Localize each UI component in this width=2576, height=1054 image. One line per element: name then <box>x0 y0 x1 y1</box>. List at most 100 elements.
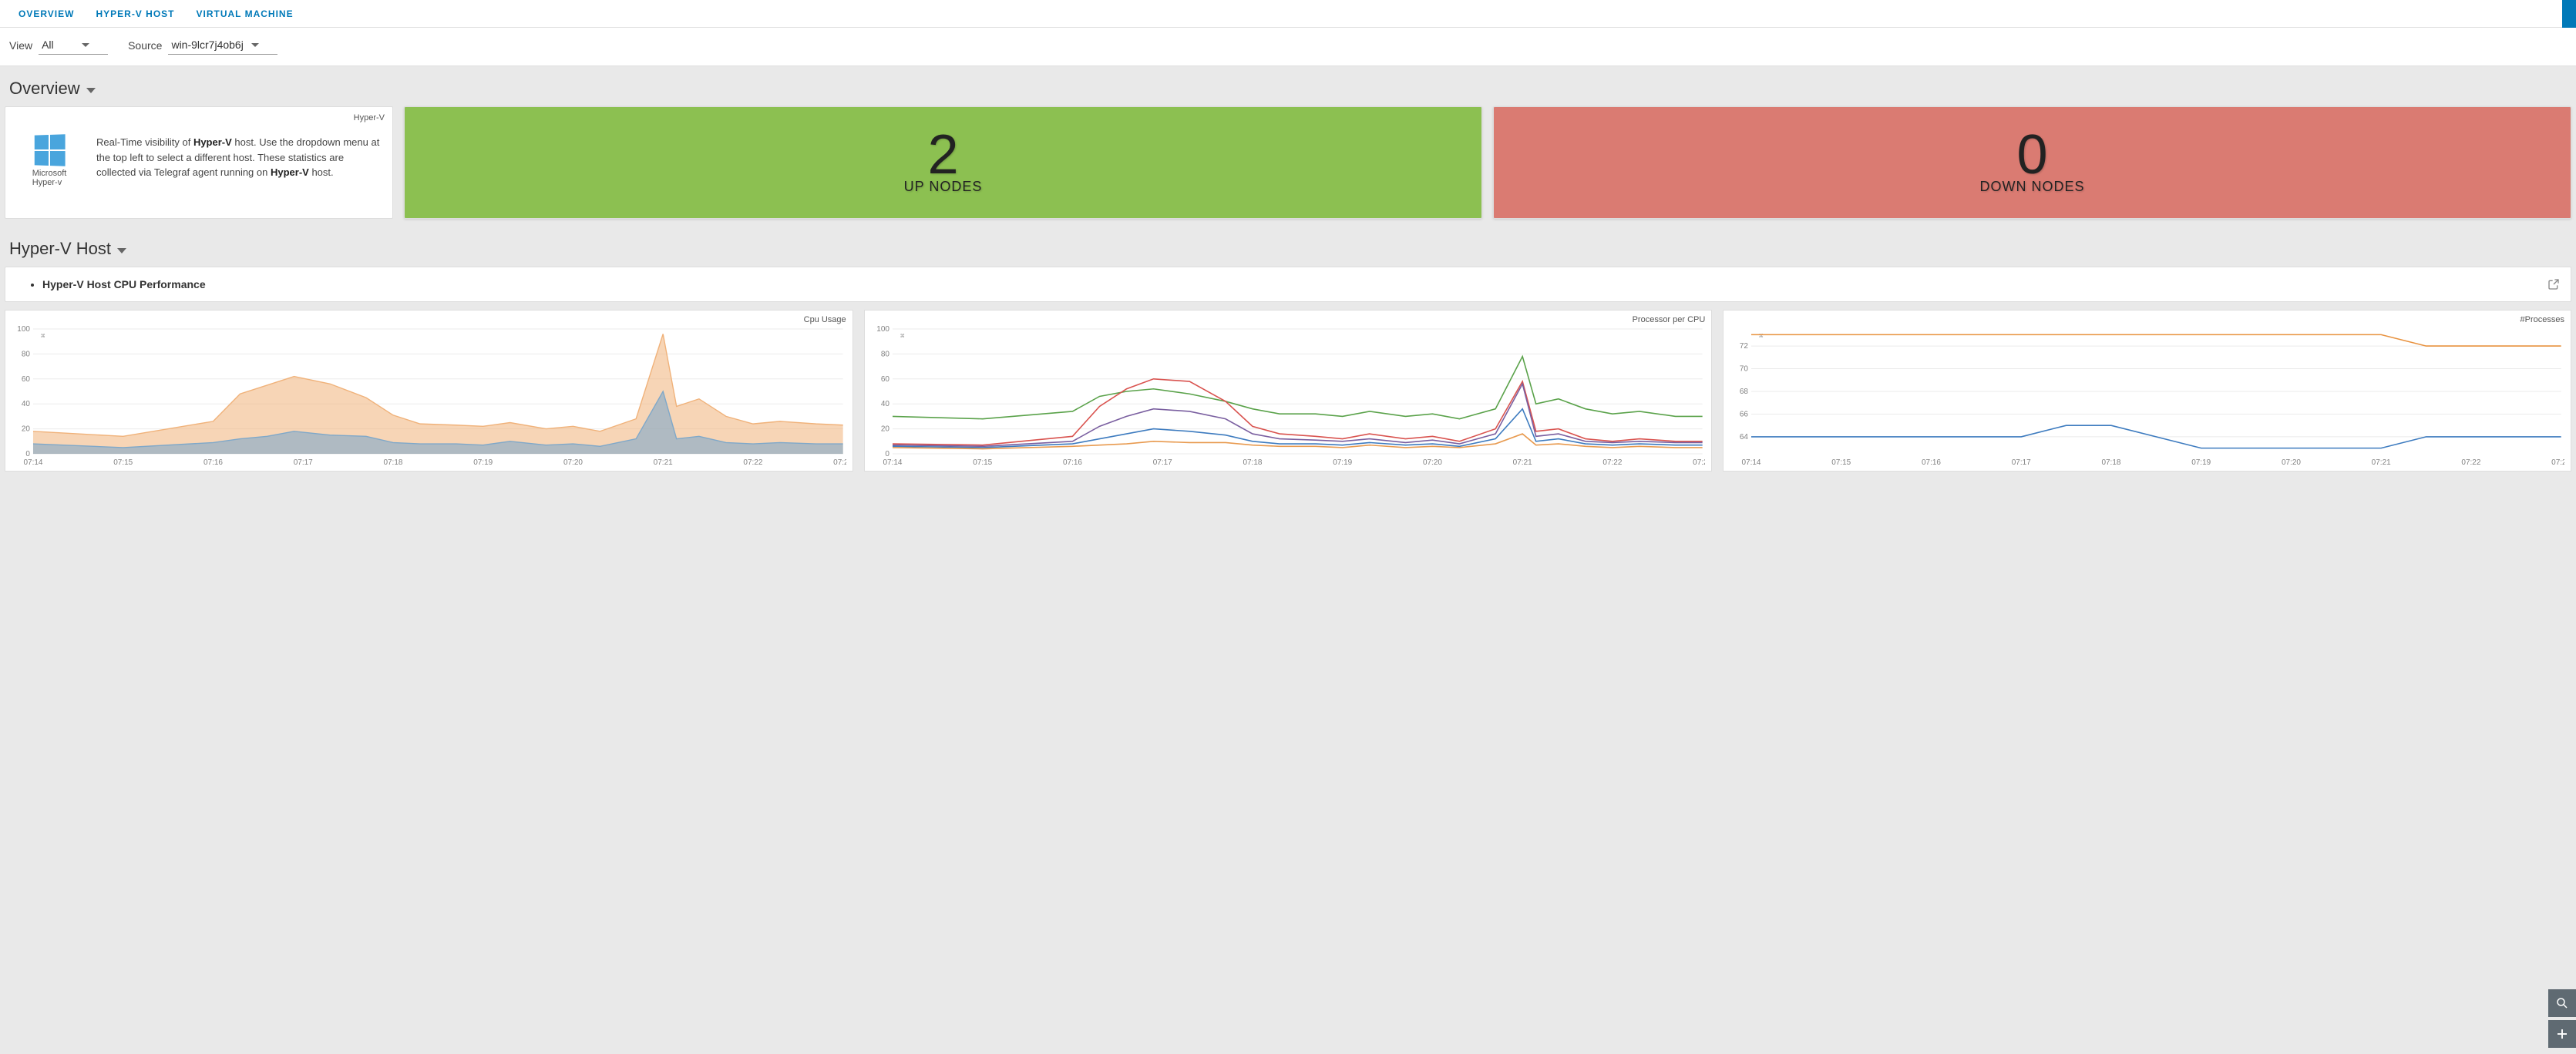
chart-title-processes: #Processes <box>1730 315 2564 326</box>
chart-processes[interactable]: #Processes 64 66 68 70 72 07:14 07:15 07:16 07:1… <box>1723 310 2571 472</box>
chevron-down-icon <box>117 248 126 253</box>
svg-text:07:16: 07:16 <box>1922 458 1941 467</box>
section-title-overview: Overview <box>9 79 80 99</box>
svg-text:20: 20 <box>881 425 890 434</box>
svg-text:07:18: 07:18 <box>1243 458 1262 467</box>
section-toggle-overview[interactable]: Overview <box>0 66 2576 106</box>
svg-text:⌘: ⌘ <box>41 333 45 341</box>
svg-text:07:17: 07:17 <box>294 458 313 467</box>
chevron-down-icon <box>82 43 89 47</box>
section-toggle-host[interactable]: Hyper-V Host <box>0 227 2576 267</box>
svg-text:07:23: 07:23 <box>2552 458 2564 467</box>
svg-text:0: 0 <box>25 450 30 458</box>
filter-source-label: Source <box>128 39 162 55</box>
tab-overview[interactable]: OVERVIEW <box>8 1 85 27</box>
svg-text:80: 80 <box>22 351 31 359</box>
section-title-host: Hyper-V Host <box>9 239 111 259</box>
svg-text:60: 60 <box>22 375 31 384</box>
svg-text:72: 72 <box>1740 342 1749 351</box>
host-panel-bullet: Hyper-V Host CPU Performance <box>42 278 206 290</box>
filter-source: Source win-9lcr7j4ob6j <box>128 35 277 55</box>
svg-text:80: 80 <box>881 351 890 359</box>
svg-text:07:21: 07:21 <box>2372 458 2391 467</box>
metric-down-value: 0 <box>2016 130 2047 180</box>
top-tabs: OVERVIEW HYPER-V HOST VIRTUAL MACHINE <box>0 0 2576 28</box>
svg-text:07:20: 07:20 <box>1423 458 1442 467</box>
svg-text:07:20: 07:20 <box>2282 458 2301 467</box>
info-card: Hyper-V Microsoft Hyper-v Real-Time visi… <box>5 106 393 219</box>
svg-text:07:15: 07:15 <box>1832 458 1851 467</box>
info-card-title: Hyper-V <box>13 113 385 126</box>
filter-view-value: All <box>42 39 54 51</box>
popout-icon[interactable] <box>2547 278 2560 290</box>
svg-text:100: 100 <box>17 326 30 334</box>
svg-text:07:22: 07:22 <box>1602 458 1622 467</box>
svg-text:07:15: 07:15 <box>113 458 133 467</box>
svg-text:40: 40 <box>881 400 890 408</box>
svg-text:07:20: 07:20 <box>563 458 583 467</box>
filter-view: View All <box>9 35 108 55</box>
svg-text:07:16: 07:16 <box>1063 458 1082 467</box>
svg-text:⌘: ⌘ <box>1759 333 1763 341</box>
chart-title-cpu-usage: Cpu Usage <box>12 315 846 326</box>
metric-down-nodes: 0 DOWN NODES <box>1493 106 2571 219</box>
logo-text-1: Microsoft <box>32 169 67 178</box>
svg-text:07:22: 07:22 <box>2462 458 2481 467</box>
svg-text:07:14: 07:14 <box>1742 458 1761 467</box>
svg-text:20: 20 <box>22 425 31 434</box>
tab-hyperv-host[interactable]: HYPER-V HOST <box>85 1 185 27</box>
svg-text:40: 40 <box>22 400 31 408</box>
svg-text:07:14: 07:14 <box>883 458 902 467</box>
chevron-down-icon <box>251 43 259 47</box>
chart-title-processor-per-cpu: Processor per CPU <box>871 315 1706 326</box>
metric-up-nodes: 2 UP NODES <box>404 106 1482 219</box>
float-button-stack <box>2548 989 2576 1048</box>
svg-text:07:16: 07:16 <box>203 458 223 467</box>
svg-text:07:18: 07:18 <box>383 458 402 467</box>
chart-processor-per-cpu[interactable]: Processor per CPU 0 20 40 60 80 100 07:14 07:15… <box>864 310 1713 472</box>
filter-view-label: View <box>9 39 32 55</box>
info-card-text: Real-Time visibility of Hyper-V host. Us… <box>96 135 383 187</box>
svg-text:66: 66 <box>1740 411 1749 419</box>
svg-text:60: 60 <box>881 375 890 384</box>
svg-text:07:17: 07:17 <box>2012 458 2031 467</box>
svg-text:07:17: 07:17 <box>1152 458 1172 467</box>
svg-text:64: 64 <box>1740 433 1749 441</box>
plus-icon <box>2555 1027 2569 1041</box>
search-button[interactable] <box>2548 989 2576 1017</box>
chart-cpu-usage[interactable]: Cpu Usage 0 20 40 60 80 100 07:14 07:15 07:16 07:… <box>5 310 853 472</box>
overview-row: Hyper-V Microsoft Hyper-v Real-Time visi… <box>0 106 2576 227</box>
chevron-down-icon <box>86 88 96 93</box>
svg-text:⌘: ⌘ <box>900 333 904 341</box>
svg-text:07:14: 07:14 <box>23 458 42 467</box>
filter-source-select[interactable]: win-9lcr7j4ob6j <box>168 35 277 55</box>
svg-text:07:15: 07:15 <box>973 458 992 467</box>
svg-text:07:18: 07:18 <box>2102 458 2121 467</box>
svg-text:07:23: 07:23 <box>833 458 846 467</box>
filter-view-select[interactable]: All <box>39 35 108 55</box>
add-button[interactable] <box>2548 1020 2576 1048</box>
svg-text:07:19: 07:19 <box>473 458 493 467</box>
svg-text:0: 0 <box>885 450 889 458</box>
logo-text-2: Hyper-v <box>32 178 67 187</box>
metric-up-value: 2 <box>927 130 958 180</box>
svg-text:07:22: 07:22 <box>743 458 762 467</box>
metric-down-label: DOWN NODES <box>1980 179 2085 195</box>
svg-text:68: 68 <box>1740 388 1749 396</box>
hyperv-logo: Microsoft Hyper-v <box>15 135 84 187</box>
filter-source-value: win-9lcr7j4ob6j <box>171 39 243 51</box>
page-accent-chip <box>2562 0 2576 28</box>
svg-text:07:23: 07:23 <box>1693 458 1705 467</box>
svg-text:07:21: 07:21 <box>1512 458 1532 467</box>
host-panel-header: Hyper-V Host CPU Performance <box>5 267 2571 302</box>
search-icon <box>2555 996 2569 1010</box>
windows-icon <box>35 134 66 166</box>
filter-bar: View All Source win-9lcr7j4ob6j <box>0 28 2576 66</box>
svg-text:07:21: 07:21 <box>654 458 673 467</box>
svg-text:100: 100 <box>876 326 889 334</box>
metric-up-label: UP NODES <box>904 179 983 195</box>
tab-virtual-machine[interactable]: VIRTUAL MACHINE <box>185 1 304 27</box>
svg-text:07:19: 07:19 <box>2192 458 2211 467</box>
svg-text:70: 70 <box>1740 365 1749 374</box>
charts-row: Cpu Usage 0 20 40 60 80 100 07:14 07:15 07:16 07:… <box>0 302 2576 472</box>
